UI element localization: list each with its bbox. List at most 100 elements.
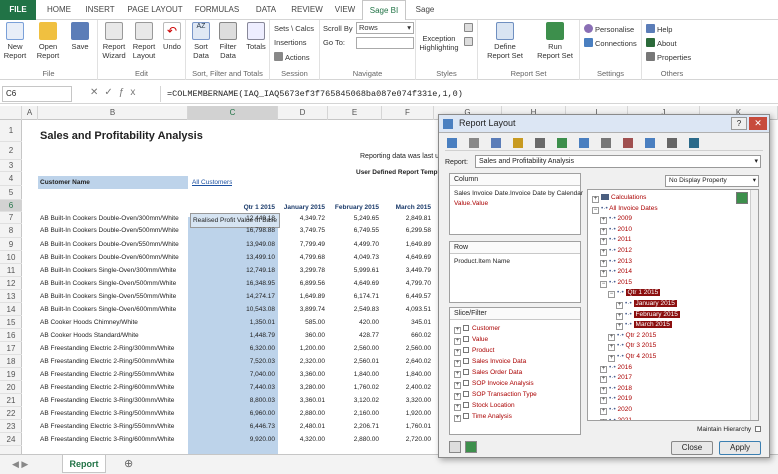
product-name-cell[interactable]: AB Freestanding Electric 3-Ring/300mm/Wh… <box>40 394 186 407</box>
tree-node[interactable]: + •·• 2018 <box>600 384 632 394</box>
row-header-16[interactable]: 16 <box>0 329 22 342</box>
tree-node[interactable]: + •·• 2011 <box>600 235 632 246</box>
dialog-toolbar-icon[interactable] <box>601 138 611 148</box>
expand-icon[interactable]: + <box>608 333 615 341</box>
value-cell[interactable]: 6,899.56 <box>278 277 328 290</box>
tree-node[interactable]: + •·• 2014 <box>600 267 632 278</box>
tree-node[interactable]: + Calculations <box>592 193 646 203</box>
row-header-7[interactable]: 7 <box>0 212 22 224</box>
expand-icon[interactable]: − <box>592 206 599 214</box>
product-name-cell[interactable]: AB Freestanding Electric 3-Ring/500mm/Wh… <box>40 407 186 420</box>
value-cell[interactable]: 16,798.88 <box>188 224 278 237</box>
value-cell[interactable]: 2,880.00 <box>328 433 382 446</box>
expand-icon[interactable]: − <box>608 291 615 299</box>
value-cell[interactable]: 4,799.70 <box>382 277 434 290</box>
formula-input[interactable]: =COLMEMBERNAME(IAQ_IAQ5673ef3f765845068b… <box>160 86 774 102</box>
row-header-19[interactable]: 19 <box>0 368 22 381</box>
value-cell[interactable]: 3,120.02 <box>328 394 382 407</box>
row-header-23[interactable]: 23 <box>0 420 22 433</box>
row-header-18[interactable]: 18 <box>0 355 22 368</box>
value-cell[interactable]: 1,840.00 <box>382 368 434 381</box>
tree-node[interactable]: − •·• All Invoice Dates <box>592 204 658 214</box>
scroll-by-select[interactable]: Rows ▾ <box>356 22 414 34</box>
expand-icon[interactable]: + <box>600 270 607 278</box>
expand-icon[interactable]: + <box>454 393 461 400</box>
value-cell[interactable]: 2,400.02 <box>382 381 434 394</box>
expand-icon[interactable]: + <box>600 227 607 235</box>
expand-icon[interactable]: + <box>600 238 607 246</box>
value-cell[interactable]: 4,320.00 <box>278 433 328 446</box>
dialog-toolbar-icon[interactable] <box>491 138 501 148</box>
expand-icon[interactable]: + <box>608 344 615 352</box>
value-cell[interactable]: 345.01 <box>382 316 434 329</box>
row-header-9[interactable]: 9 <box>0 238 22 251</box>
value-cell[interactable]: 585.00 <box>278 316 328 329</box>
display-property-select[interactable]: No Display Property ▾ <box>665 175 759 187</box>
tree-node[interactable]: + •·• 2016 <box>600 363 632 373</box>
dialog-bottom-icon-1[interactable] <box>449 441 461 453</box>
tree-scrollbar[interactable] <box>750 190 758 420</box>
column-panel[interactable]: Column Sales Invoice Date.Invoice Date b… <box>449 173 583 235</box>
tab-sage[interactable]: Sage <box>410 0 440 20</box>
tree-node[interactable]: + •·• 2012 <box>600 246 632 256</box>
tree-node[interactable]: + •·• 2010 <box>600 225 632 235</box>
expand-icon[interactable]: + <box>600 418 607 420</box>
expand-icon[interactable]: + <box>454 360 461 367</box>
slice-item[interactable]: + Product <box>454 346 494 356</box>
tab-page-layout[interactable]: PAGE LAYOUT <box>124 0 186 20</box>
expand-icon[interactable]: + <box>616 302 623 309</box>
value-cell[interactable]: 2,560.01 <box>328 355 382 368</box>
tab-review[interactable]: REVIEW <box>288 0 326 20</box>
product-name-cell[interactable]: AB Cooker Hoods Standard/White <box>40 329 186 342</box>
expand-icon[interactable]: + <box>600 249 607 256</box>
value-cell[interactable]: 10,543.08 <box>188 303 278 316</box>
product-name-cell[interactable]: AB Cooker Hoods Chimney/White <box>40 316 186 329</box>
maintain-hierarchy-checkbox[interactable] <box>755 426 761 432</box>
dialog-toolbar-icon[interactable] <box>623 138 633 148</box>
close-button[interactable]: Close <box>671 441 713 455</box>
tab-home[interactable]: HOME <box>40 0 78 20</box>
value-cell[interactable]: 16,348.95 <box>188 277 278 290</box>
help-button[interactable]: Help <box>646 24 672 35</box>
run-report-set-button[interactable]: Run Report Set <box>532 22 578 60</box>
value-cell[interactable]: 6,174.71 <box>328 290 382 303</box>
properties-button[interactable]: Properties <box>646 52 691 63</box>
expand-icon[interactable]: + <box>600 259 607 267</box>
value-cell[interactable]: 2,560.00 <box>328 342 382 355</box>
new-report-button[interactable]: New Report <box>2 22 28 60</box>
dialog-toolbar-icon[interactable] <box>667 138 677 148</box>
value-cell[interactable]: 6,449.57 <box>382 290 434 303</box>
open-report-button[interactable]: Open Report <box>34 22 62 60</box>
tab-sage-bi[interactable]: Sage BI <box>362 0 406 20</box>
dialog-close-icon[interactable]: ✕ <box>749 117 767 130</box>
value-cell[interactable]: 6,446.73 <box>188 420 278 433</box>
dialog-help-button[interactable]: ? <box>731 117 747 130</box>
product-name-cell[interactable]: AB Built-In Cookers Single-Oven/600mm/Wh… <box>40 303 186 316</box>
expand-icon[interactable]: + <box>600 365 607 373</box>
slice-item[interactable]: + Time Analysis <box>454 412 512 422</box>
row-header-21[interactable]: 21 <box>0 394 22 407</box>
row-header-8[interactable]: 8 <box>0 224 22 238</box>
value-cell[interactable]: 12,749.18 <box>188 264 278 277</box>
value-cell[interactable]: 1,920.00 <box>382 407 434 420</box>
row-header-11[interactable]: 11 <box>0 264 22 277</box>
tab-formulas[interactable]: FORMULAS <box>190 0 244 20</box>
checkbox[interactable] <box>463 391 469 397</box>
value-cell[interactable]: 8,800.03 <box>188 394 278 407</box>
product-name-cell[interactable]: AB Freestanding Electric 2-Ring/300mm/Wh… <box>40 342 186 355</box>
value-cell[interactable]: 428.77 <box>328 329 382 342</box>
slice-item[interactable]: + Sales Invoice Data <box>454 357 526 367</box>
dialog-toolbar-icon[interactable] <box>579 138 589 148</box>
totals-button[interactable]: Totals <box>242 22 270 51</box>
column-header-c[interactable]: C <box>188 106 278 120</box>
expand-icon[interactable]: + <box>600 408 607 415</box>
value-cell[interactable]: 2,480.01 <box>278 420 328 433</box>
expand-icon[interactable]: + <box>600 376 607 384</box>
value-cell[interactable]: 2,206.71 <box>328 420 382 433</box>
checkbox[interactable] <box>463 402 469 408</box>
tree-node[interactable]: + •·• January 2015 <box>616 299 677 309</box>
checkbox[interactable] <box>463 413 469 419</box>
slice-item[interactable]: + Customer <box>454 324 500 334</box>
expand-icon[interactable]: + <box>454 404 461 411</box>
expand-icon[interactable]: + <box>600 386 607 394</box>
